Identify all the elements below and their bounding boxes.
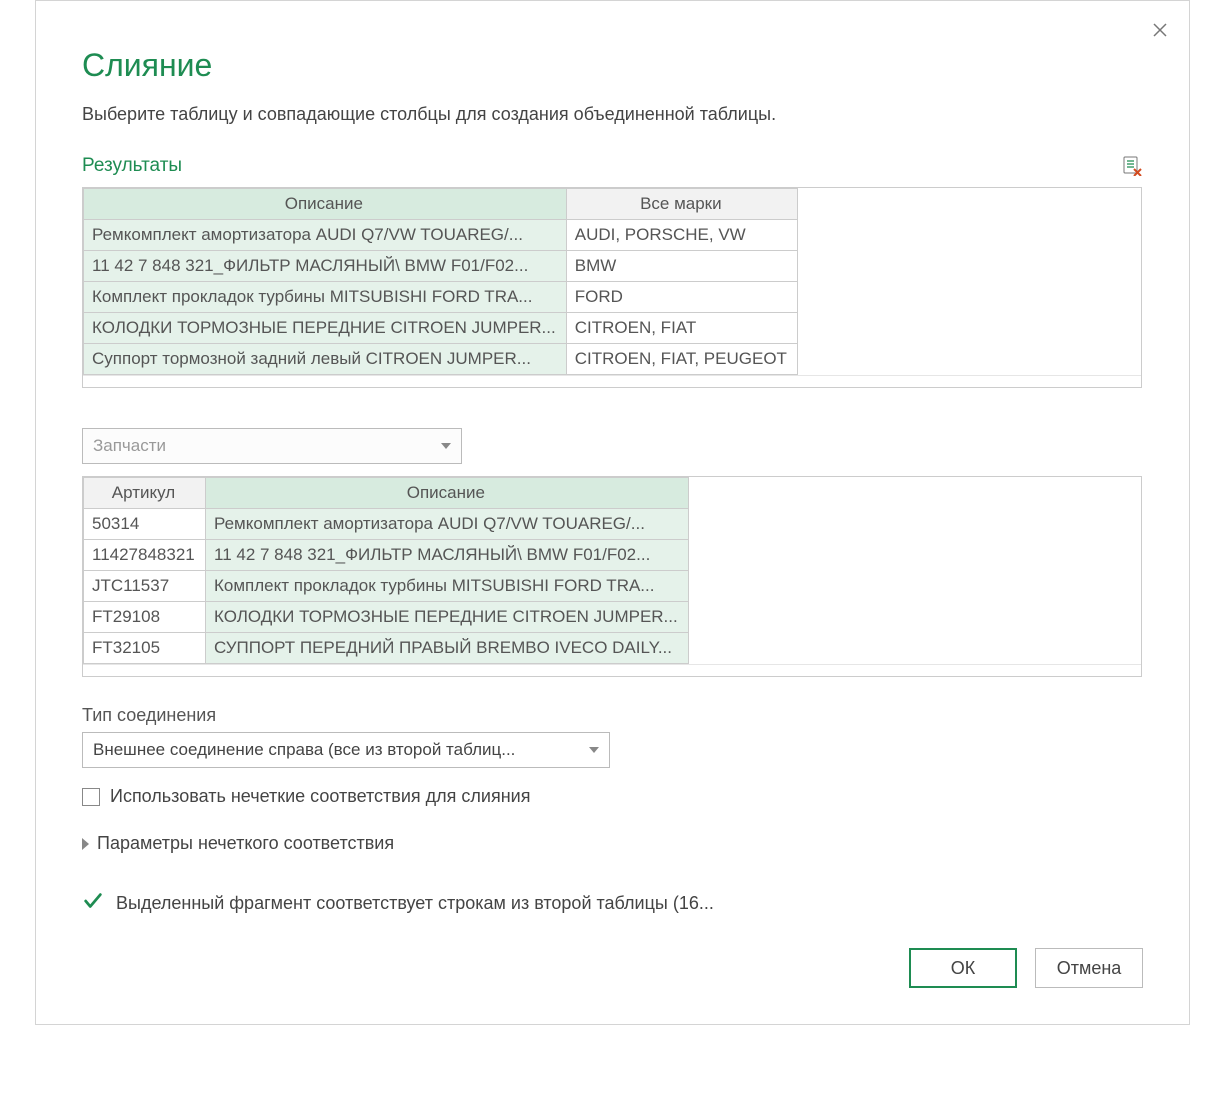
chevron-down-icon [441,443,451,449]
t1-scroll-gutter[interactable] [83,375,1141,387]
cancel-button[interactable]: Отмена [1035,948,1143,988]
close-button[interactable] [1145,15,1175,45]
table-row[interactable]: КОЛОДКИ ТОРМОЗНЫЕ ПЕРЕДНИЕ CITROEN JUMPE… [84,313,798,344]
table-row[interactable]: 1142784832111 42 7 848 321_ФИЛЬТР МАСЛЯН… [84,540,689,571]
t2-header-0[interactable]: Артикул [84,478,206,509]
second-query-dropdown[interactable]: Запчасти [82,428,462,464]
join-type-section: Тип соединения Внешнее соединение справа… [82,705,1143,768]
table-row[interactable]: Суппорт тормозной задний левый CITROEN J… [84,344,798,375]
table-row[interactable]: FT29108КОЛОДКИ ТОРМОЗНЫЕ ПЕРЕДНИЕ CITROE… [84,602,689,633]
first-query-label: Результаты [82,155,182,177]
t1-header-1[interactable]: Все марки [566,189,797,220]
first-query-preview: Описание Все марки Ремкомплект амортизат… [82,187,1142,388]
first-query-header: Результаты [82,155,1143,177]
refresh-remove-icon[interactable] [1121,155,1143,177]
table-row[interactable]: Ремкомплект амортизатора AUDI Q7/VW TOUA… [84,220,798,251]
chevron-down-icon [589,747,599,753]
dialog-subtitle: Выберите таблицу и совпадающие столбцы д… [82,104,1143,125]
table-row[interactable]: Комплект прокладок турбины MITSUBISHI FO… [84,282,798,313]
fuzzy-match-label: Использовать нечеткие соответствия для с… [110,786,530,807]
chevron-right-icon [82,838,89,850]
join-type-dropdown[interactable]: Внешнее соединение справа (все из второй… [82,732,610,768]
t1-header-0[interactable]: Описание [84,189,567,220]
table-row[interactable]: 11 42 7 848 321_ФИЛЬТР МАСЛЯНЫЙ\ BMW F01… [84,251,798,282]
table-row[interactable]: JTC11537Комплект прокладок турбины MITSU… [84,571,689,602]
fuzzy-match-row[interactable]: Использовать нечеткие соответствия для с… [82,786,1143,807]
table-row[interactable]: 50314Ремкомплект амортизатора AUDI Q7/VW… [84,509,689,540]
second-query-selected: Запчасти [93,436,166,456]
join-type-label: Тип соединения [82,705,1143,726]
second-query-preview: Артикул Описание 50314Ремкомплект аморти… [82,476,1142,677]
table-row[interactable]: FT32105СУППОРТ ПЕРЕДНИЙ ПРАВЫЙ BREMBO IV… [84,633,689,664]
dialog-footer: ОК Отмена [909,948,1143,988]
join-type-selected: Внешнее соединение справа (все из второй… [93,740,515,760]
dialog-title: Слияние [82,47,1143,84]
match-status-text: Выделенный фрагмент соответствует строка… [116,893,714,914]
t2-header-1[interactable]: Описание [206,478,689,509]
match-status: Выделенный фрагмент соответствует строка… [82,890,1143,917]
t2-scroll-gutter[interactable] [83,664,1141,676]
ok-button[interactable]: ОК [909,948,1017,988]
fuzzy-options-label: Параметры нечеткого соответствия [97,833,394,854]
check-icon [82,890,104,917]
fuzzy-match-checkbox[interactable] [82,788,100,806]
merge-dialog: Слияние Выберите таблицу и совпадающие с… [35,0,1190,1025]
fuzzy-options-expander[interactable]: Параметры нечеткого соответствия [82,833,1143,854]
